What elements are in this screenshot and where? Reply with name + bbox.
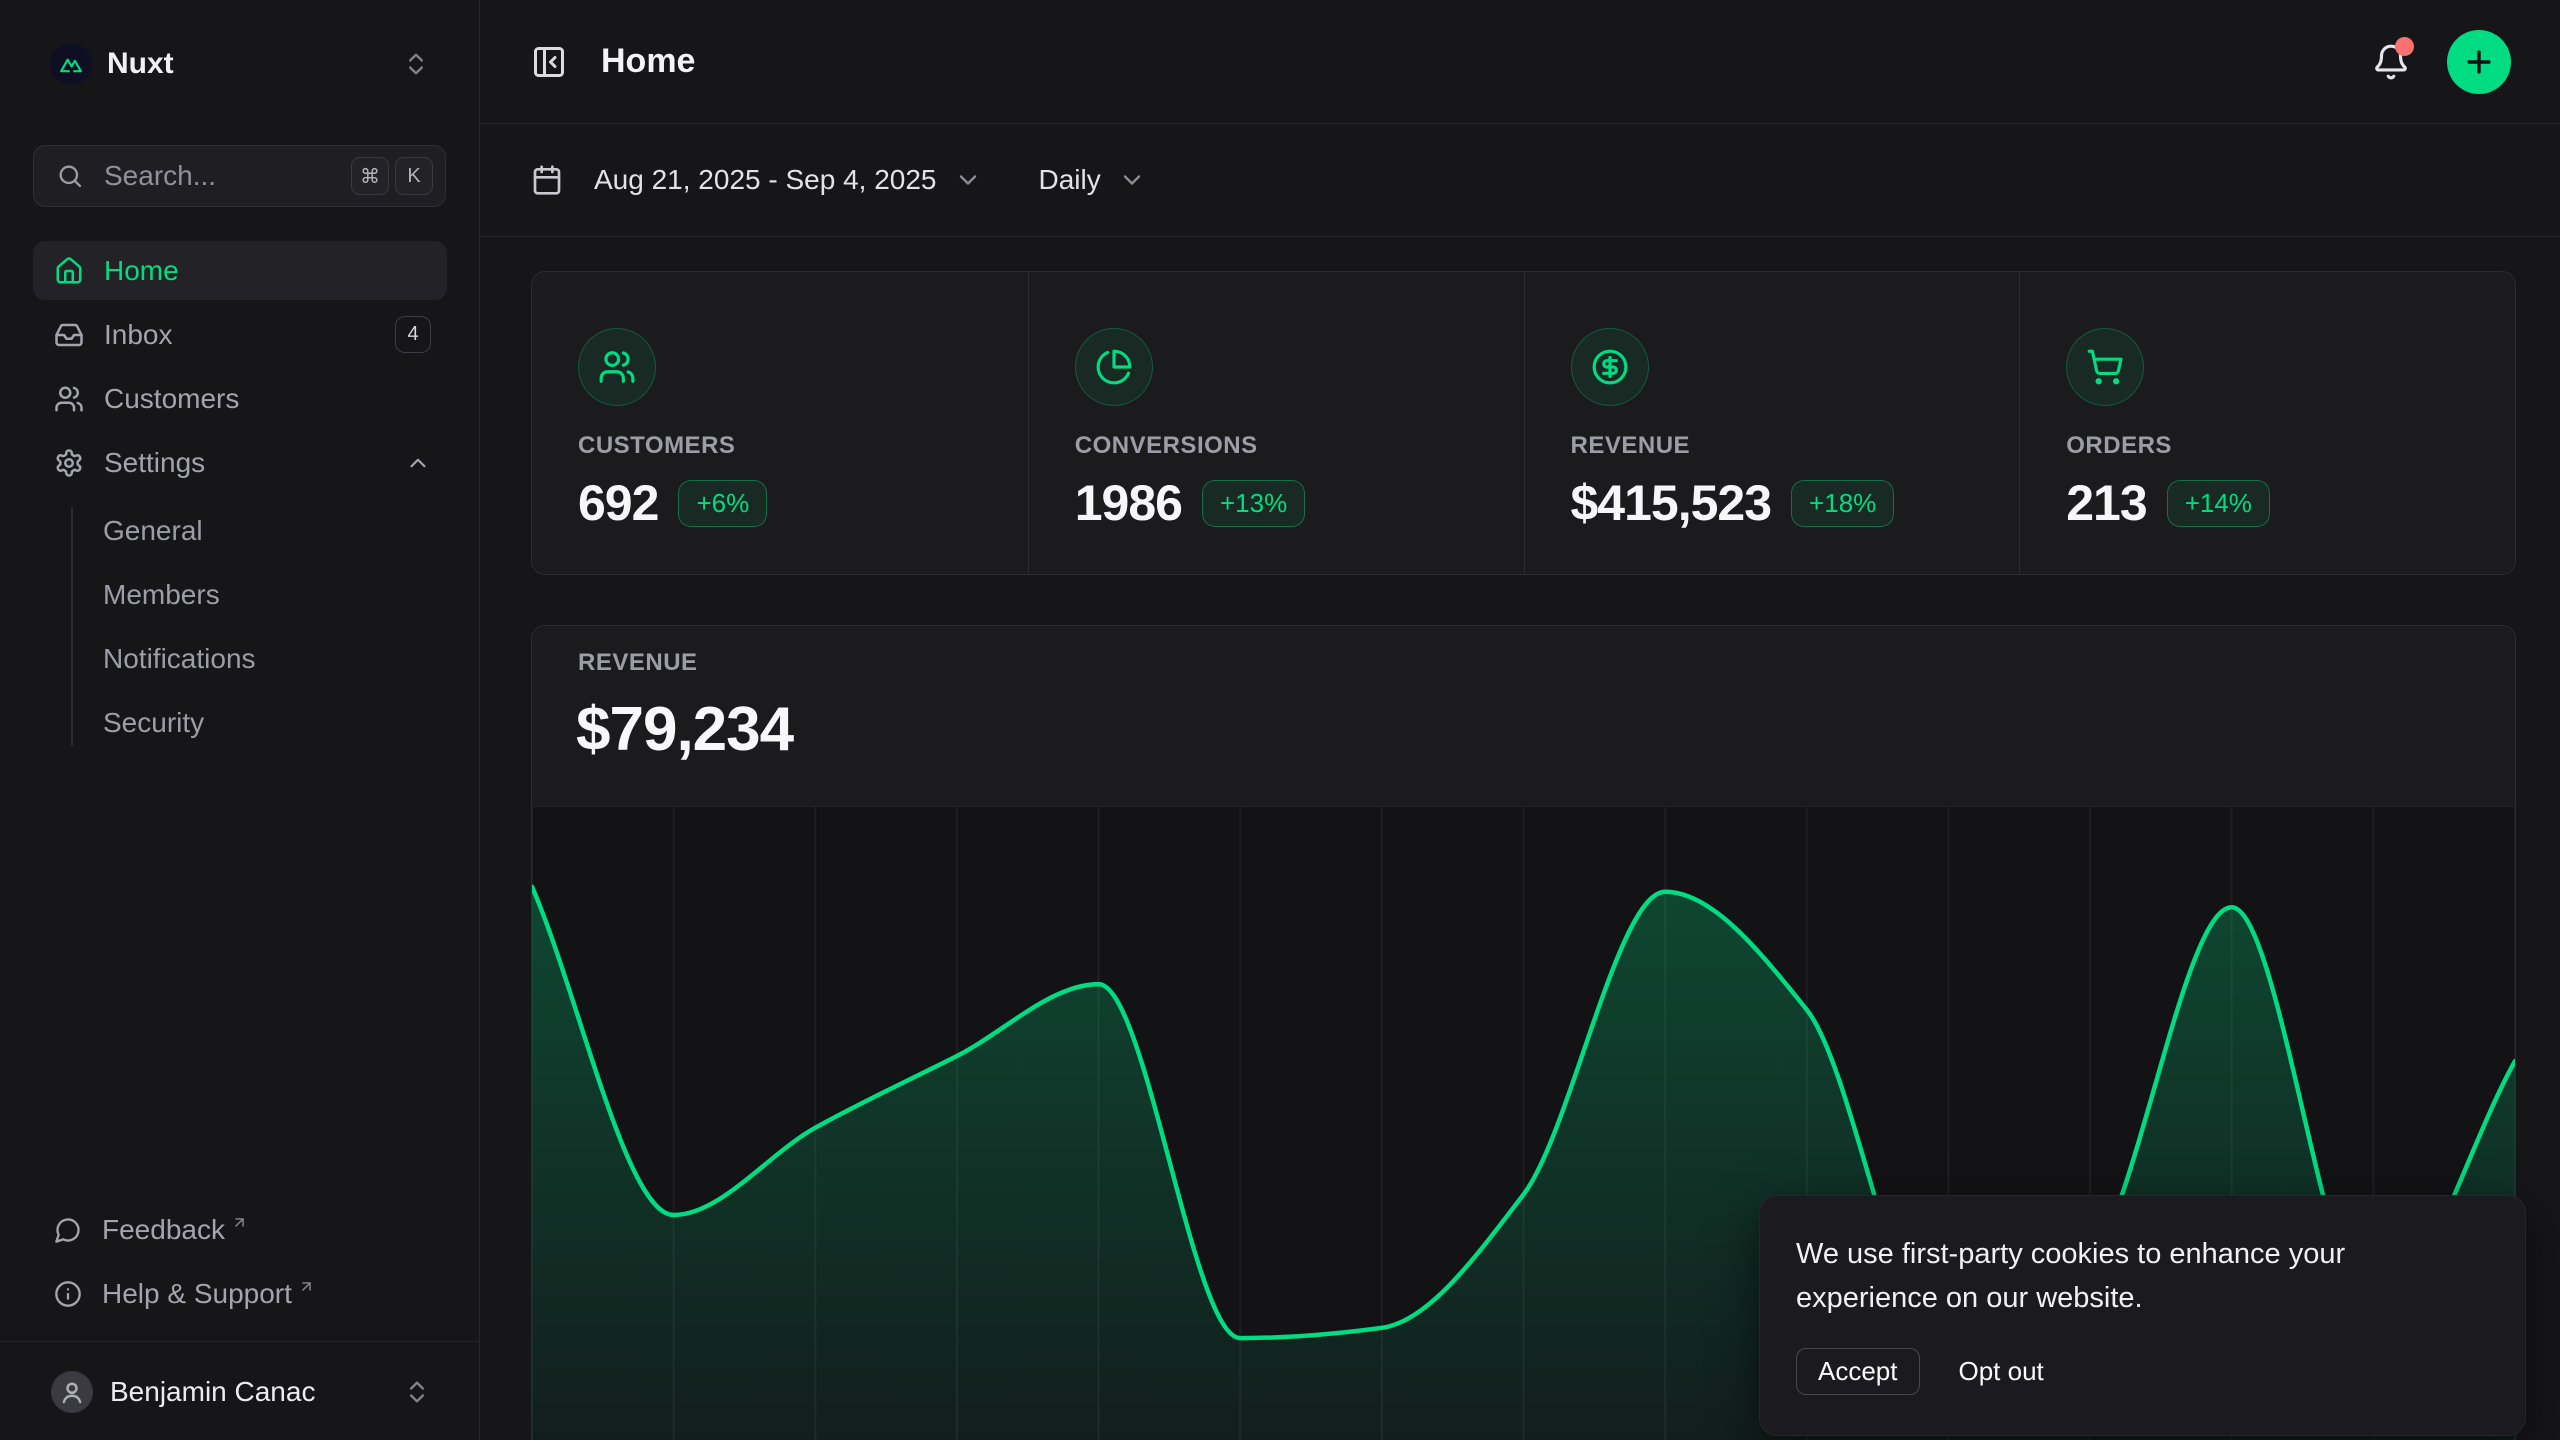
search-icon xyxy=(56,162,84,190)
sidebar-footer-links: Feedback Help & Support xyxy=(33,1200,447,1324)
settings-subnav: General Members Notifications Security xyxy=(33,501,447,752)
page-title: Home xyxy=(601,42,2372,81)
sidebar-item-security[interactable]: Security xyxy=(103,693,447,752)
workspace-selector[interactable]: Nuxt xyxy=(50,40,430,88)
stat-card-customers: CUSTOMERS 692 +6% xyxy=(532,272,1028,574)
stat-label: CUSTOMERS xyxy=(578,432,1028,460)
cookie-message: We use first-party cookies to enhance yo… xyxy=(1796,1232,2436,1320)
opt-out-button[interactable]: Opt out xyxy=(1959,1356,2044,1387)
stat-card-revenue: REVENUE $415,523 +18% xyxy=(1524,272,2020,574)
stat-card-orders: ORDERS 213 +14% xyxy=(2019,272,2515,574)
footer-link-label: Feedback xyxy=(102,1214,225,1246)
sidebar-item-label: Home xyxy=(104,255,431,287)
user-menu[interactable]: Benjamin Canac xyxy=(33,1358,447,1426)
filter-toolbar: Aug 21, 2025 - Sep 4, 2025 Daily xyxy=(480,124,2560,237)
help-support-link[interactable]: Help & Support xyxy=(33,1264,447,1324)
sidebar: Nuxt Search... ⌘ K Home xyxy=(0,0,480,1440)
users-icon xyxy=(54,384,84,414)
inbox-count-badge: 4 xyxy=(395,316,431,353)
workspace-name: Nuxt xyxy=(107,47,402,81)
sidebar-item-label: Settings xyxy=(104,447,405,479)
add-button[interactable] xyxy=(2447,30,2511,94)
stat-label: REVENUE xyxy=(1571,432,2020,460)
chevron-up-icon xyxy=(405,450,431,476)
stat-delta-badge: +18% xyxy=(1791,480,1894,527)
pie-chart-icon xyxy=(1075,328,1153,406)
sidebar-divider xyxy=(0,1341,480,1342)
subnav-guide-line xyxy=(71,507,73,746)
users-icon xyxy=(578,328,656,406)
stat-delta-badge: +14% xyxy=(2167,480,2270,527)
message-circle-icon xyxy=(54,1216,82,1244)
page-header: Home xyxy=(480,0,2560,124)
gear-icon xyxy=(54,448,84,478)
chevron-down-icon xyxy=(954,166,982,194)
sidebar-item-members[interactable]: Members xyxy=(103,565,447,624)
stat-card-conversions: CONVERSIONS 1986 +13% xyxy=(1028,272,1524,574)
search-input[interactable]: Search... ⌘ K xyxy=(33,145,446,207)
stat-delta-badge: +13% xyxy=(1202,480,1305,527)
sidebar-item-general[interactable]: General xyxy=(103,501,447,560)
subnav-item-label: Members xyxy=(103,579,220,611)
granularity-select[interactable]: Daily xyxy=(1039,164,1146,196)
sidebar-item-home[interactable]: Home xyxy=(33,241,447,300)
revenue-chart-label: REVENUE xyxy=(578,649,698,677)
stat-value: 1986 xyxy=(1075,474,1182,532)
home-icon xyxy=(54,256,84,286)
arrow-up-right-icon xyxy=(231,1214,248,1231)
shopping-cart-icon xyxy=(2066,328,2144,406)
date-range-label: Aug 21, 2025 - Sep 4, 2025 xyxy=(594,164,937,196)
calendar-icon xyxy=(531,164,563,196)
user-name: Benjamin Canac xyxy=(110,1376,403,1408)
granularity-label: Daily xyxy=(1039,164,1101,196)
arrow-up-right-icon xyxy=(298,1278,315,1295)
stat-value: 213 xyxy=(2066,474,2146,532)
kbd-k: K xyxy=(395,157,433,195)
accept-button[interactable]: Accept xyxy=(1796,1348,1920,1395)
stat-label: ORDERS xyxy=(2066,432,2515,460)
kbd-meta: ⌘ xyxy=(351,157,389,195)
subnav-item-label: Notifications xyxy=(103,643,256,675)
avatar xyxy=(51,1371,93,1413)
nuxt-logo-icon xyxy=(50,43,92,85)
inbox-icon xyxy=(54,320,84,350)
notification-dot xyxy=(2395,37,2414,56)
subnav-item-label: Security xyxy=(103,707,204,739)
sidebar-item-label: Inbox xyxy=(104,319,395,351)
sidebar-nav: Home Inbox 4 C xyxy=(33,241,447,752)
date-range-picker[interactable]: Aug 21, 2025 - Sep 4, 2025 xyxy=(531,164,982,196)
chevrons-up-down-icon xyxy=(402,50,430,78)
sidebar-item-label: Customers xyxy=(104,383,431,415)
sidebar-item-notifications[interactable]: Notifications xyxy=(103,629,447,688)
circle-dollar-icon xyxy=(1571,328,1649,406)
sidebar-item-settings[interactable]: Settings xyxy=(33,433,447,492)
stat-label: CONVERSIONS xyxy=(1075,432,1524,460)
stat-value: $415,523 xyxy=(1571,474,1772,532)
search-placeholder: Search... xyxy=(104,160,345,192)
feedback-link[interactable]: Feedback xyxy=(33,1200,447,1260)
footer-link-label: Help & Support xyxy=(102,1278,292,1310)
cookie-actions: Accept Opt out xyxy=(1796,1348,2489,1395)
sidebar-item-inbox[interactable]: Inbox 4 xyxy=(33,305,447,364)
notifications-button[interactable] xyxy=(2372,43,2410,81)
collapse-sidebar-button[interactable] xyxy=(531,44,567,80)
subnav-item-label: General xyxy=(103,515,203,547)
stat-value: 692 xyxy=(578,474,658,532)
sidebar-item-customers[interactable]: Customers xyxy=(33,369,447,428)
stat-delta-badge: +6% xyxy=(678,480,767,527)
stats-row: CUSTOMERS 692 +6% CONVERSIONS 1986 +13% xyxy=(531,271,2516,575)
chevron-down-icon xyxy=(1118,166,1146,194)
revenue-chart-value: $79,234 xyxy=(576,694,793,765)
app-root: Nuxt Search... ⌘ K Home xyxy=(0,0,2560,1440)
info-circle-icon xyxy=(54,1280,82,1308)
chevrons-up-down-icon xyxy=(403,1378,431,1406)
cookie-banner: We use first-party cookies to enhance yo… xyxy=(1759,1195,2526,1436)
